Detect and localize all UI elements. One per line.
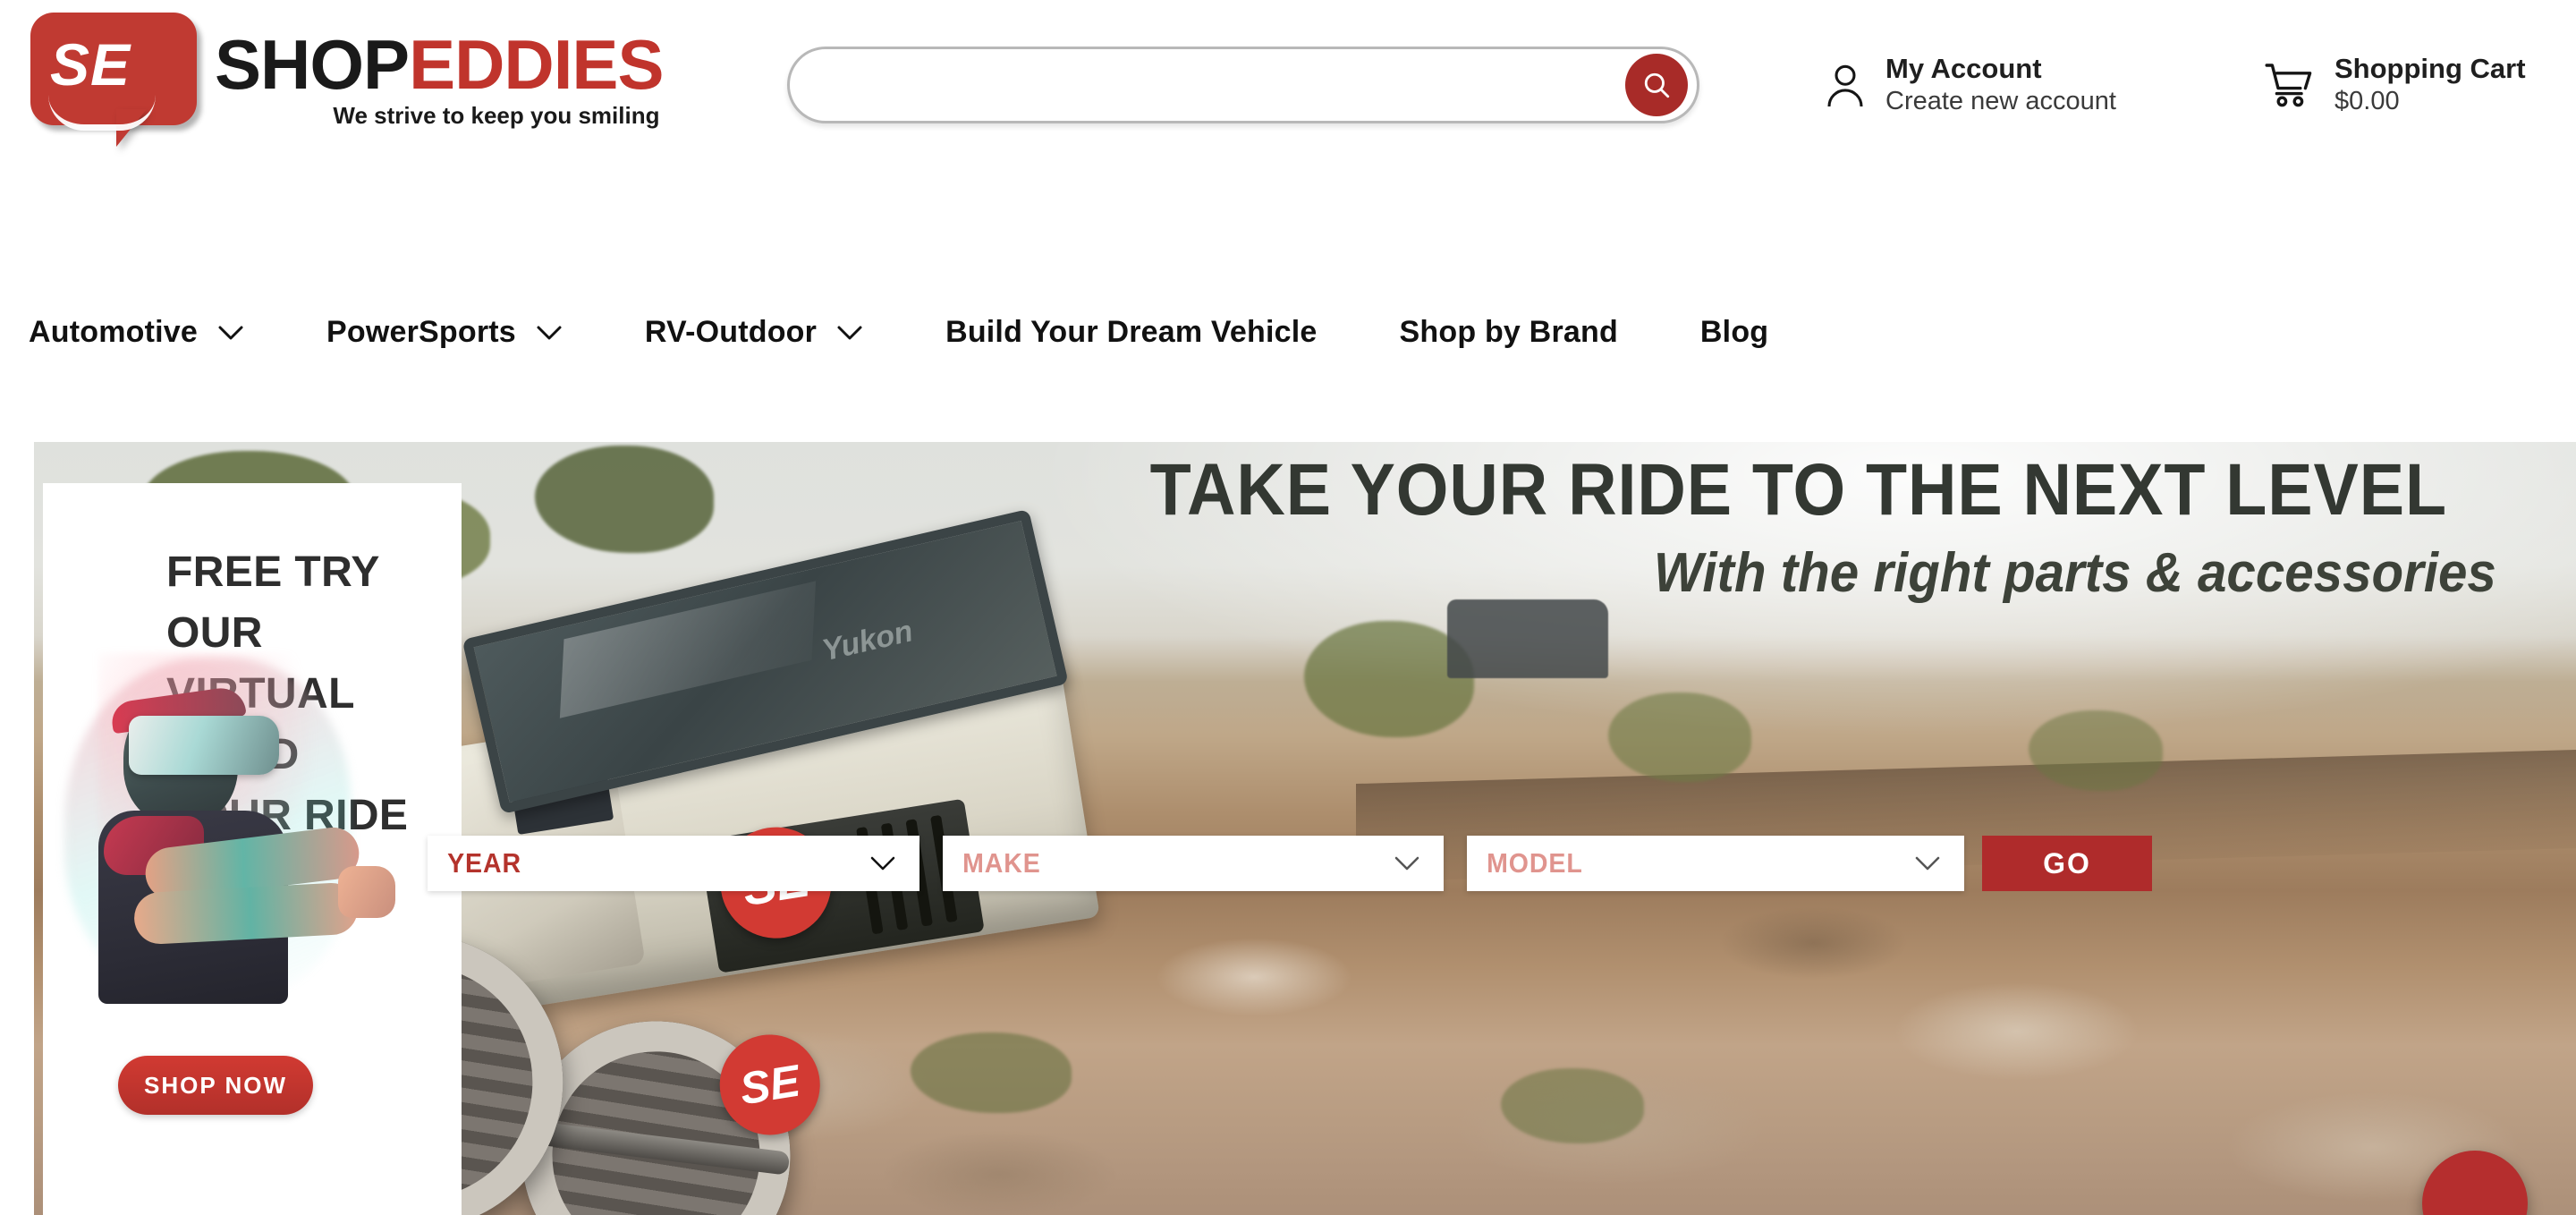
make-dropdown[interactable]: MAKE	[943, 836, 1444, 891]
nav-item-build-your-dream-vehicle[interactable]: Build Your Dream Vehicle	[945, 315, 1317, 350]
nav-item-automotive[interactable]: Automotive	[29, 315, 244, 350]
site-header: SE SHOPEDDIES We strive to keep you smil…	[0, 0, 2576, 215]
logo-tagline: We strive to keep you smiling	[333, 102, 660, 129]
user-icon	[1825, 62, 1866, 108]
hero-banner: Yukon SE SE TAKE YOUR RIDE TO THE NEXT L…	[34, 442, 2576, 1215]
hero-headline: TAKE YOUR RIDE TO THE NEXT LEVEL	[1149, 449, 2447, 531]
shopping-cart-link[interactable]: Shopping Cart $0.00	[2263, 52, 2526, 117]
logo-badge-text: SE	[50, 31, 131, 98]
vr-person	[59, 653, 408, 1004]
model-dropdown[interactable]: MODEL	[1467, 836, 1964, 891]
year-dropdown-label: YEAR	[447, 847, 522, 879]
nav-label: Automotive	[29, 315, 198, 349]
main-navigation: Automotive PowerSports RV-Outdoor Build …	[0, 215, 2576, 442]
logo-wordmark-group: SHOPEDDIES We strive to keep you smiling	[215, 13, 664, 130]
shopping-cart-total: $0.00	[2334, 86, 2400, 115]
hero-headline-group: TAKE YOUR RIDE TO THE NEXT LEVEL With th…	[884, 442, 2576, 605]
nav-items: Automotive PowerSports RV-Outdoor Build …	[29, 315, 1768, 350]
shopping-cart-text: Shopping Cart $0.00	[2334, 52, 2526, 117]
make-dropdown-label: MAKE	[962, 847, 1041, 879]
shopping-cart-title: Shopping Cart	[2334, 53, 2526, 84]
vehicle-selector: YEAR MAKE MODEL GO	[428, 836, 2152, 891]
vr-headset-goggles	[129, 716, 279, 775]
nav-item-rv-outdoor[interactable]: RV-Outdoor	[645, 315, 863, 350]
logo-word-shop: SHOP	[215, 25, 410, 104]
chevron-down-icon[interactable]	[1914, 855, 1941, 871]
nav-item-blog[interactable]: Blog	[1700, 315, 1768, 350]
chevron-down-icon[interactable]	[836, 325, 863, 341]
search-icon	[1641, 70, 1672, 100]
my-account-title: My Account	[1885, 53, 2042, 84]
hero-subheadline: With the right parts & accessories	[1653, 542, 2496, 604]
shopping-cart-icon	[2263, 62, 2315, 108]
logo-speech-bubble-icon: SE	[30, 13, 202, 147]
my-account-subtitle: Create new account	[1885, 86, 2116, 115]
my-account-link[interactable]: My Account Create new account	[1825, 52, 2116, 117]
logo-word-eddies: EDDIES	[409, 25, 664, 104]
nav-item-powersports[interactable]: PowerSports	[326, 315, 563, 350]
promo-card-virtual-build[interactable]: FREE TRY OUR VIRTUAL BUILD YOUR RIDE SHO…	[43, 483, 462, 1215]
go-button[interactable]: GO	[1982, 836, 2152, 891]
search-bar[interactable]	[787, 47, 1699, 123]
shop-now-button[interactable]: SHOP NOW	[118, 1056, 313, 1115]
chevron-down-icon[interactable]	[217, 325, 244, 341]
my-account-text: My Account Create new account	[1885, 52, 2116, 117]
nav-item-shop-by-brand[interactable]: Shop by Brand	[1400, 315, 1618, 350]
vr-person-hand	[338, 866, 395, 918]
hero-background-vehicle	[1447, 599, 1608, 678]
vr-headset-person-image	[59, 653, 408, 1004]
search-input[interactable]	[790, 50, 1625, 120]
year-dropdown[interactable]: YEAR	[428, 836, 919, 891]
chevron-down-icon[interactable]	[536, 325, 563, 341]
nav-label: Blog	[1699, 315, 1769, 349]
chevron-down-icon[interactable]	[869, 855, 896, 871]
nav-label: Build Your Dream Vehicle	[945, 315, 1318, 349]
nav-label: RV-Outdoor	[644, 315, 818, 349]
site-logo[interactable]: SE SHOPEDDIES We strive to keep you smil…	[30, 13, 692, 156]
nav-label: PowerSports	[326, 315, 516, 349]
search-button[interactable]	[1625, 54, 1688, 116]
nav-label: Shop by Brand	[1399, 315, 1618, 349]
logo-wordmark: SHOPEDDIES	[215, 29, 664, 100]
chevron-down-icon[interactable]	[1394, 855, 1420, 871]
model-dropdown-label: MODEL	[1487, 847, 1583, 879]
